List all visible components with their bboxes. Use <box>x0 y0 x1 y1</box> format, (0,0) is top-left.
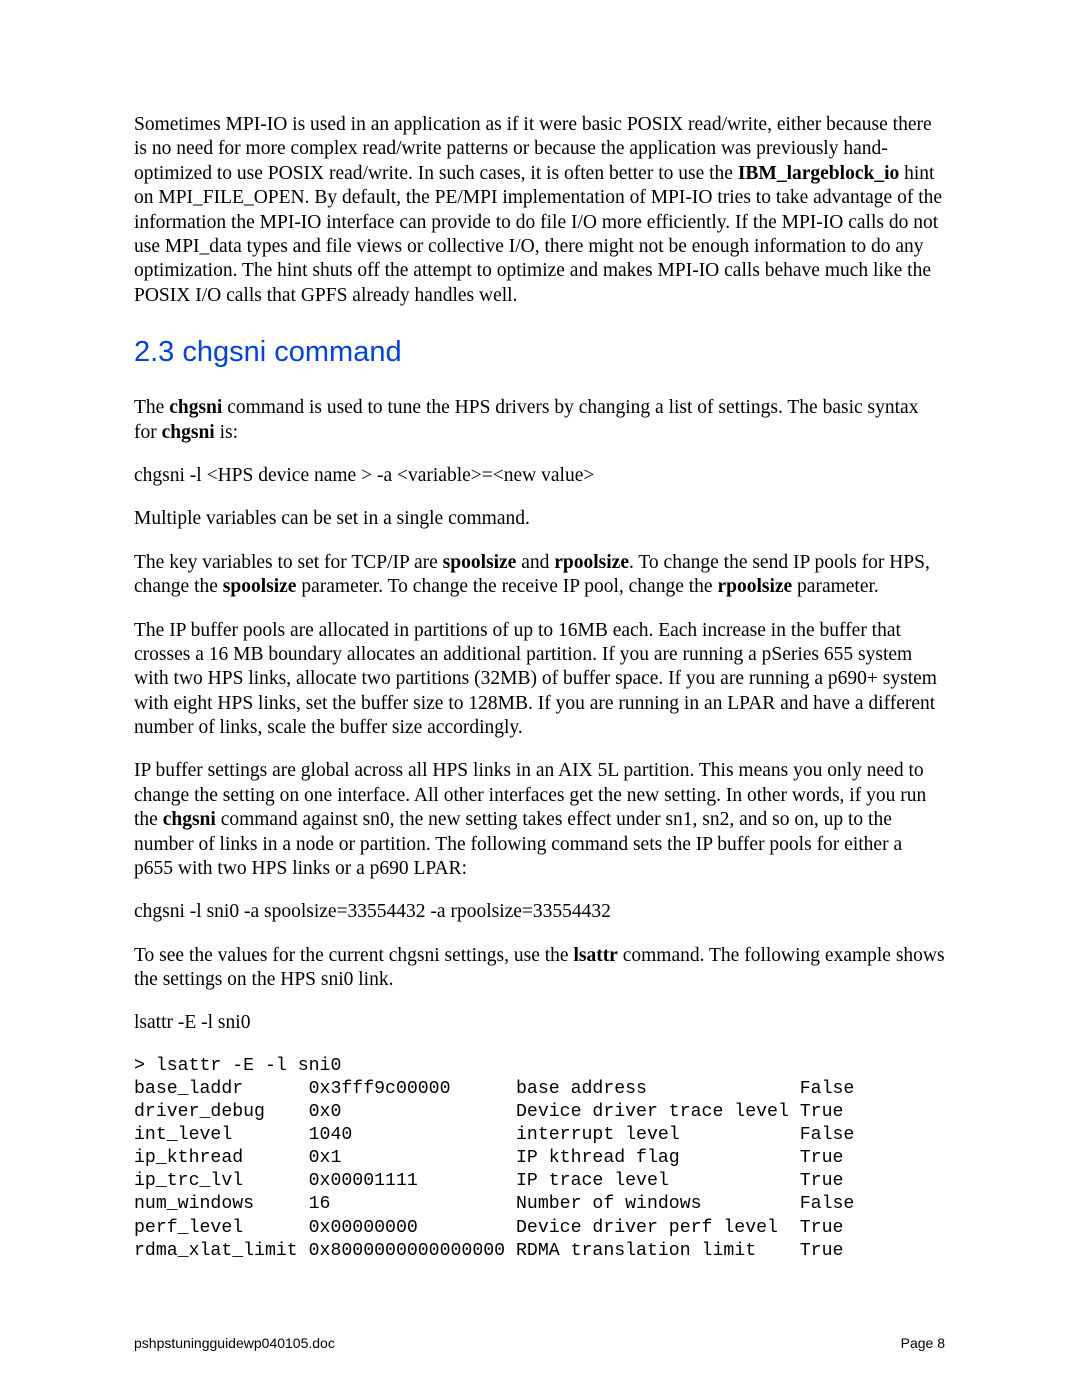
bold-term-chgsni: chgsni <box>162 422 215 443</box>
bold-term-lsattr: lsattr <box>573 945 617 966</box>
text: parameter. <box>792 576 879 597</box>
text: is: <box>215 422 238 443</box>
text: hint on MPI_FILE_OPEN. By default, the P… <box>134 163 942 306</box>
paragraph-key-variables: The key variables to set for TCP/IP are … <box>134 551 945 600</box>
heading-chgsni-command: 2.3 chgsni command <box>134 334 945 370</box>
lsattr-output: > lsattr -E -l sni0 base_laddr 0x3fff9c0… <box>134 1055 945 1263</box>
bold-term-spoolsize: spoolsize <box>223 576 297 597</box>
text: The <box>134 397 169 418</box>
paragraph-multiple-vars: Multiple variables can be set in a singl… <box>134 507 945 531</box>
command-syntax: chgsni -l <HPS device name > -a <variabl… <box>134 464 945 488</box>
bold-term-spoolsize: spoolsize <box>443 552 517 573</box>
text: command against sn0, the new setting tak… <box>134 809 902 879</box>
footer-page-number: Page 8 <box>901 1335 945 1353</box>
bold-term-chgsni: chgsni <box>169 397 222 418</box>
bold-term-rpoolsize: rpoolsize <box>717 576 792 597</box>
text: parameter. To change the receive IP pool… <box>296 576 717 597</box>
text: command is used to tune the HPS drivers … <box>134 397 918 442</box>
text: The key variables to set for TCP/IP are <box>134 552 443 573</box>
paragraph-intro: Sometimes MPI-IO is used in an applicati… <box>134 113 945 308</box>
page-footer: pshpstuningguidewp040105.doc Page 8 <box>134 1335 945 1353</box>
paragraph-lsattr-desc: To see the values for the current chgsni… <box>134 944 945 993</box>
footer-filename: pshpstuningguidewp040105.doc <box>134 1335 335 1353</box>
bold-term-chgsni: chgsni <box>163 809 216 830</box>
text: To see the values for the current chgsni… <box>134 945 573 966</box>
command-example-chgsni: chgsni -l sni0 -a spoolsize=33554432 -a … <box>134 900 945 924</box>
command-lsattr: lsattr -E -l sni0 <box>134 1011 945 1035</box>
paragraph-chgsni-desc: The chgsni command is used to tune the H… <box>134 396 945 445</box>
paragraph-ip-buffer-pools: The IP buffer pools are allocated in par… <box>134 619 945 741</box>
bold-term-rpoolsize: rpoolsize <box>554 552 629 573</box>
bold-term-ibm-largeblock-io: IBM_largeblock_io <box>738 163 899 184</box>
text: and <box>516 552 554 573</box>
paragraph-ip-buffer-global: IP buffer settings are global across all… <box>134 759 945 881</box>
